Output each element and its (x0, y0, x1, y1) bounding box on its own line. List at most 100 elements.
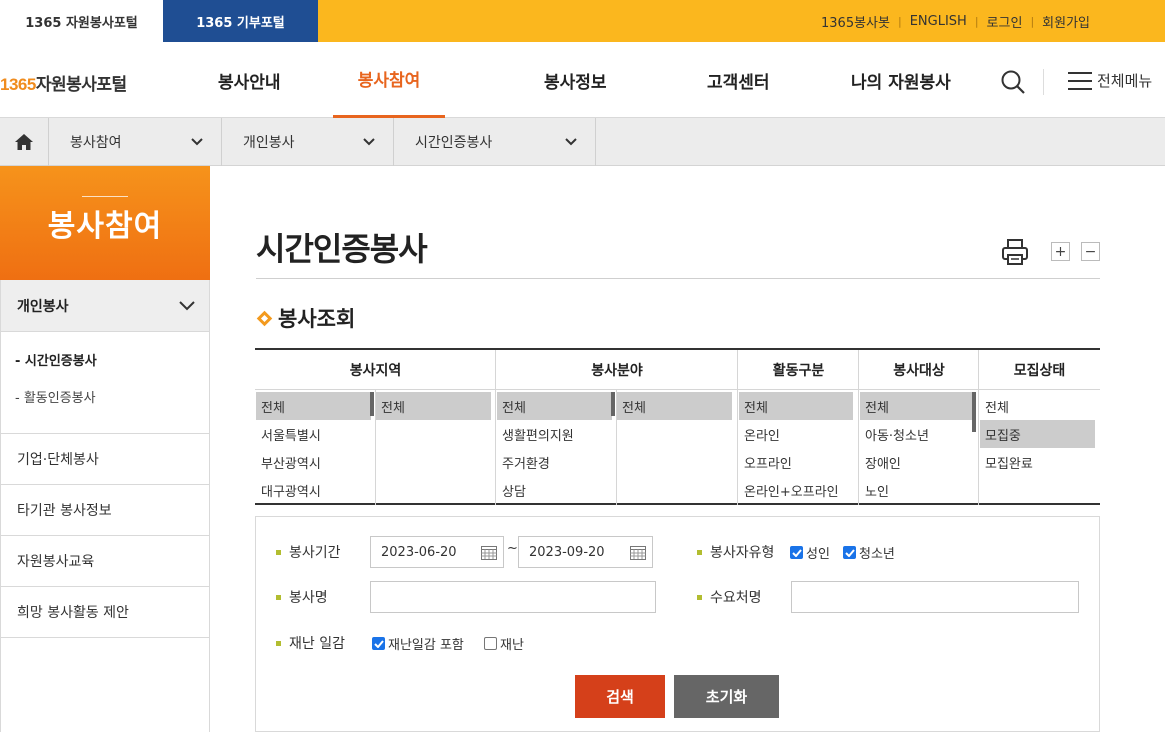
scrollbar-thumb[interactable] (370, 392, 374, 416)
gnb-info[interactable]: 봉사정보 (544, 42, 607, 118)
divider (495, 350, 496, 505)
adult-checkbox[interactable]: 성인 (790, 543, 830, 562)
breadcrumb-level-2[interactable]: 개인봉사 (222, 118, 394, 166)
hamburger-icon (1068, 71, 1092, 90)
checkbox-checked-icon[interactable] (372, 637, 385, 650)
all-menu-label: 전체메뉴 (1097, 72, 1153, 90)
sidebar-nav: 개인봉사 - 시간인증봉사 - 활동인증봉사 기업·단체봉사 타기관 봉사정보 … (0, 280, 210, 732)
list-item[interactable]: 서울특별시 (256, 420, 371, 448)
breadcrumb-level-1[interactable]: 봉사참여 (49, 118, 222, 166)
checkbox-checked-icon[interactable] (790, 546, 803, 559)
list-item[interactable]: 모집중 (980, 420, 1095, 448)
adult-checkbox-label: 성인 (806, 547, 830, 562)
list-item[interactable]: 전체 (860, 392, 973, 420)
sidebar-item-other-agency[interactable]: 타기관 봉사정보 (1, 485, 209, 536)
date-to-value: 2023-09-20 (529, 544, 605, 560)
link-signup[interactable]: 회원가입 (1042, 12, 1090, 31)
zoom-in-button[interactable]: + (1051, 242, 1070, 261)
list-item[interactable]: 전체 (497, 392, 612, 420)
sidebar-group-label: 개인봉사 (17, 298, 69, 315)
checkbox-checked-icon[interactable] (843, 546, 856, 559)
gnb-guide[interactable]: 봉사안내 (218, 42, 281, 118)
gnb-participate[interactable]: 봉사참여 (333, 42, 445, 118)
link-login[interactable]: 로그인 (987, 12, 1023, 31)
youth-checkbox-label: 청소년 (859, 547, 895, 562)
youth-checkbox[interactable]: 청소년 (843, 543, 895, 562)
divider: | (897, 14, 902, 28)
breadcrumb-label: 개인봉사 (243, 135, 295, 151)
search-icon[interactable] (1000, 69, 1026, 95)
home-icon (15, 134, 33, 150)
scrollbar-thumb[interactable] (972, 392, 976, 432)
volunteer-name-input[interactable] (370, 581, 656, 613)
bullet-icon (276, 549, 281, 555)
sidebar-subitem-activity-certified[interactable]: - 활동인증봉사 (15, 387, 209, 406)
list-item[interactable]: 전체 (617, 392, 732, 420)
checkbox-unchecked-icon[interactable] (484, 637, 497, 650)
bullet-icon (276, 594, 281, 600)
scrollbar-thumb[interactable] (611, 392, 615, 416)
gnb-my-volunteer[interactable]: 나의 자원봉사 (851, 42, 951, 118)
disaster-only-checkbox[interactable]: 재난 (484, 634, 524, 653)
list-item[interactable]: 전체 (739, 392, 853, 420)
list-item[interactable]: 아동·청소년 (860, 420, 973, 448)
list-item[interactable]: 부산광역시 (256, 448, 371, 476)
search-form: 봉사기간 2023-06-20 ~ 2023-09-20 봉사자유형 성인 청소… (255, 516, 1100, 732)
list-item[interactable]: 주거환경 (497, 448, 612, 476)
sidebar-group-personal[interactable]: 개인봉사 (1, 280, 209, 332)
list-item[interactable]: 상담 (497, 476, 612, 504)
top-utility-bar: 1365 자원봉사포털 1365 기부포털 1365봉사봇 | ENGLISH … (0, 0, 1165, 42)
name-label-text: 봉사명 (289, 590, 328, 606)
link-volunteer-bot[interactable]: 1365봉사봇 (821, 12, 890, 31)
site-logo[interactable]: 1365자원봉사포털 (0, 70, 127, 95)
sidebar-item-education[interactable]: 자원봉사교육 (1, 536, 209, 587)
home-button[interactable] (0, 118, 49, 166)
list-item[interactable]: 온라인+오프라인 (739, 476, 853, 504)
list-item[interactable]: 전체 (376, 392, 491, 420)
sidebar-item-proposal[interactable]: 희망 봉사활동 제안 (1, 587, 209, 638)
sidebar-subitem-time-certified[interactable]: - 시간인증봉사 (15, 350, 209, 369)
list-item[interactable]: 생활편의지원 (497, 420, 612, 448)
divider (858, 350, 859, 505)
link-english[interactable]: ENGLISH (910, 14, 967, 29)
bullet-icon (697, 549, 702, 555)
date-from-value: 2023-06-20 (381, 544, 457, 560)
disaster-include-checkbox[interactable]: 재난일감 포함 (372, 634, 464, 653)
tab-volunteer-portal[interactable]: 1365 자원봉사포털 (0, 0, 163, 42)
list-item[interactable]: 전체 (256, 392, 371, 420)
list-item[interactable]: 노인 (860, 476, 973, 504)
date-from-input[interactable]: 2023-06-20 (370, 536, 504, 568)
reset-button[interactable]: 초기화 (674, 675, 779, 718)
divider (82, 196, 128, 197)
date-to-input[interactable]: 2023-09-20 (518, 536, 653, 568)
volunteer-type-label: 봉사자유형 (697, 542, 774, 562)
list-item[interactable]: 온라인 (739, 420, 853, 448)
demand-label-text: 수요처명 (710, 590, 762, 606)
divider: | (1030, 14, 1035, 28)
tab-donation-portal[interactable]: 1365 기부포털 (163, 0, 318, 42)
breadcrumb-level-3[interactable]: 시간인증봉사 (394, 118, 596, 166)
all-menu-button[interactable]: 전체메뉴 (1068, 70, 1152, 91)
sidebar-title-text: 봉사참여 (47, 209, 163, 244)
list-item[interactable]: 모집완료 (980, 448, 1095, 476)
filter-table: 봉사지역 봉사분야 활동구분 봉사대상 모집상태 전체 서울특별시 부산광역시 … (255, 348, 1100, 505)
list-item[interactable]: 장애인 (860, 448, 973, 476)
list-item[interactable]: 대구광역시 (256, 476, 371, 504)
zoom-out-button[interactable]: − (1081, 242, 1100, 261)
gnb-customer-center[interactable]: 고객센터 (707, 42, 770, 118)
period-label: 봉사기간 (276, 542, 341, 562)
calendar-icon[interactable] (481, 545, 497, 560)
list-item[interactable]: 오프라인 (739, 448, 853, 476)
logo-number: 1365 (0, 75, 36, 94)
chevron-down-icon (565, 138, 577, 146)
section-title: 봉사조회 (256, 303, 355, 333)
list-item[interactable]: 전체 (980, 392, 1095, 420)
search-button[interactable]: 검색 (575, 675, 665, 718)
sidebar-item-corporate[interactable]: 기업·단체봉사 (1, 434, 209, 485)
demand-org-input[interactable] (791, 581, 1079, 613)
print-icon[interactable] (1001, 238, 1029, 266)
calendar-icon[interactable] (630, 545, 646, 560)
disaster-label-text: 재난 일감 (289, 636, 345, 652)
section-title-text: 봉사조회 (278, 307, 356, 331)
divider (256, 278, 1100, 279)
